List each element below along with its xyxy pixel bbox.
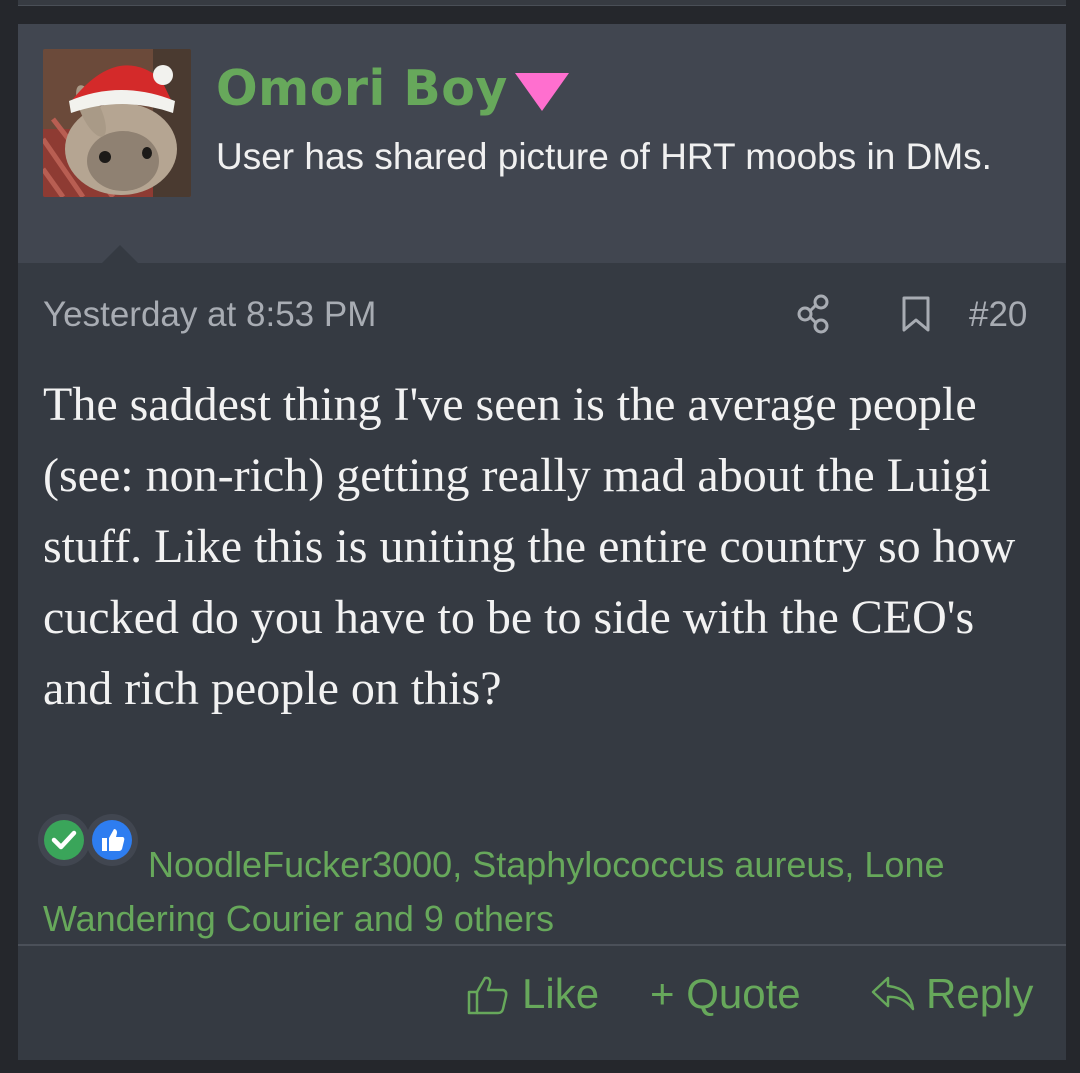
like-label: Like: [522, 970, 600, 1017]
reply-button[interactable]: Reply: [870, 966, 1045, 1022]
reply-arrow-icon: [871, 976, 915, 1011]
thumbs-up-icon: [467, 976, 508, 1015]
reaction-users-link[interactable]: NoodleFucker3000, Staphylococcus aureus,…: [43, 838, 1048, 946]
avatar[interactable]: [43, 49, 191, 197]
quote-button[interactable]: + Quote: [650, 966, 825, 1022]
share-icon[interactable]: [795, 292, 835, 336]
bookmark-icon[interactable]: [901, 296, 931, 332]
user-title: User has shared picture of HRT moobs in …: [216, 136, 992, 177]
post-meta: Yesterday at 8:53 PM #20: [43, 290, 1041, 340]
post-number-link[interactable]: #20: [969, 294, 1027, 336]
post-timestamp[interactable]: Yesterday at 8:53 PM: [43, 294, 376, 336]
user-info-block: Omori Boy User has shared picture of HRT…: [18, 24, 1066, 263]
reply-label: Reply: [926, 970, 1034, 1017]
like-button[interactable]: Like: [466, 966, 606, 1022]
user-block-pointer: [102, 245, 138, 263]
forum-post: Omori Boy User has shared picture of HRT…: [18, 24, 1066, 1060]
quote-label: + Quote: [650, 970, 801, 1017]
post-actions: Like + Quote Reply: [18, 954, 1066, 1034]
avatar-image: [43, 49, 191, 197]
pink-triangle-icon: [515, 73, 569, 111]
username-link[interactable]: Omori Boy: [216, 58, 508, 120]
previous-post-edge: [18, 0, 1066, 6]
post-message: The saddest thing I've seen is the avera…: [43, 378, 1016, 715]
post-footer-divider: [18, 944, 1066, 946]
